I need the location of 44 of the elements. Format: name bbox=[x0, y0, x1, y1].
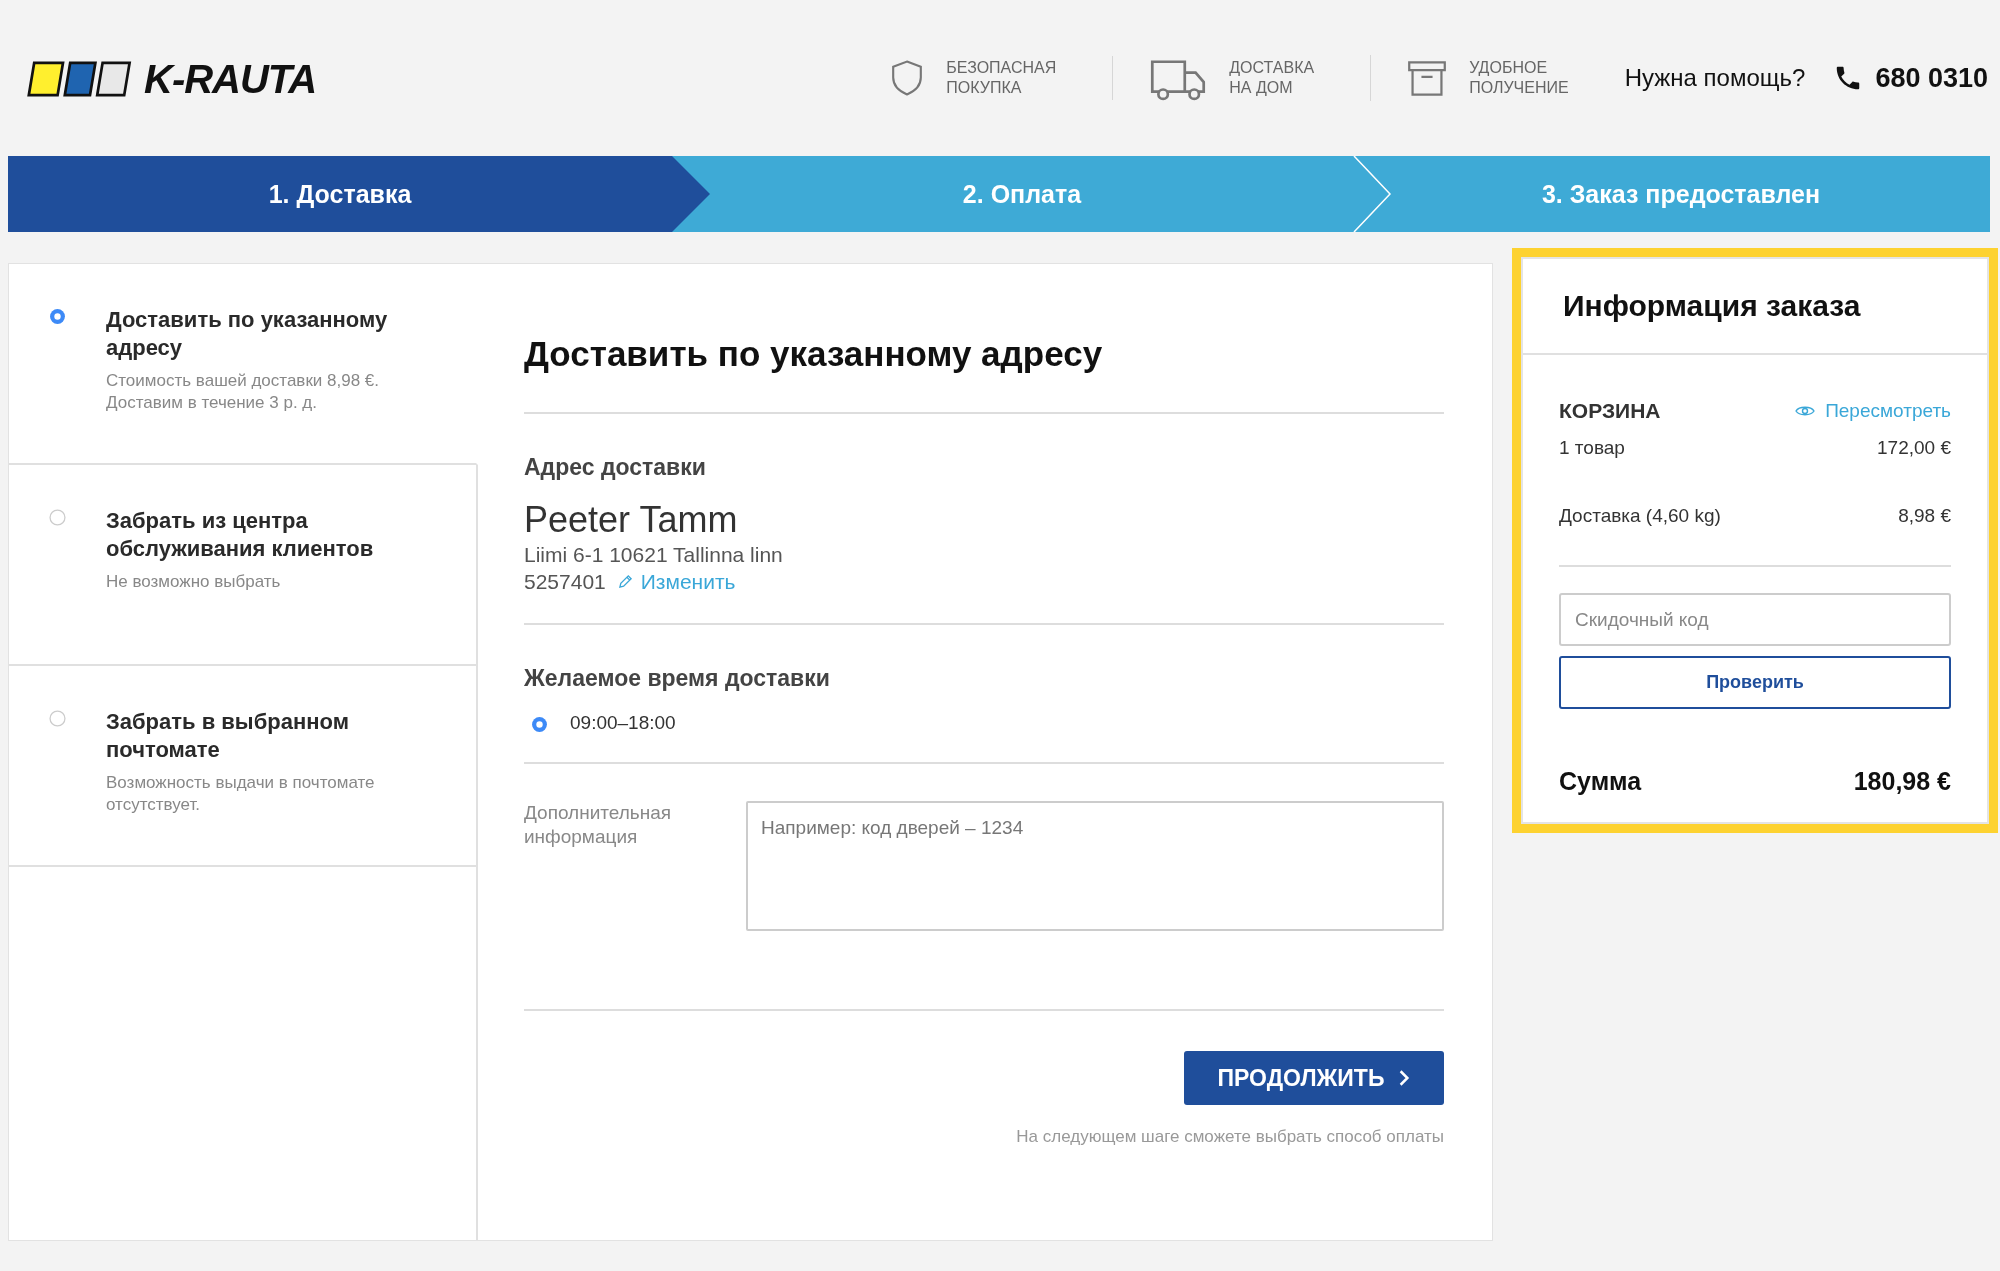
comment-field[interactable]: Например: код дверей – 1234 bbox=[746, 801, 1444, 931]
section-heading: Доставить по указанному адресу bbox=[524, 334, 1444, 414]
feature-label: УДОБНОЕ ПОЛУЧЕНИЕ bbox=[1469, 58, 1569, 98]
line-label: Доставка (4,60 kg) bbox=[1559, 505, 1721, 527]
checkout-step: 3. Заказ предоставлен bbox=[1372, 156, 1990, 232]
option-title[interactable]: Доставить по указанному адресу bbox=[106, 306, 416, 362]
hint-text: На следующем шаге сможете выбрать способ оплаты bbox=[1016, 1127, 1444, 1147]
section-title: Адрес доставки bbox=[524, 454, 707, 481]
chevron-icon bbox=[1352, 156, 1392, 232]
option-title[interactable]: Забрать из центра обслуживания клиентов bbox=[106, 507, 416, 563]
phone-text: 5257401 bbox=[524, 570, 606, 593]
logo-text: K-RAUTA bbox=[144, 56, 317, 102]
radio-button[interactable] bbox=[49, 710, 66, 727]
discount-code-field[interactable]: Скидочный код bbox=[1559, 593, 1951, 646]
customer-name: Peeter Tamm bbox=[524, 499, 739, 541]
radio-button[interactable] bbox=[49, 308, 66, 325]
box-icon bbox=[1407, 58, 1448, 98]
phone-number[interactable]: 680 0310 bbox=[1875, 62, 1988, 94]
line-label: 1 товар bbox=[1559, 437, 1625, 459]
cart-title: КОРЗИНА bbox=[1559, 399, 1661, 423]
panel-title: Информация заказа bbox=[1563, 289, 1861, 323]
feature-label: ДОСТАВКА НА ДОМ bbox=[1229, 58, 1315, 98]
line-amount: 172,00 € bbox=[1877, 437, 1951, 459]
option-title[interactable]: Забрать в выбранном почтомате bbox=[106, 708, 416, 764]
time-slot-label[interactable]: 09:00–18:00 bbox=[570, 712, 676, 734]
radio-button[interactable] bbox=[531, 715, 548, 733]
radio-button[interactable] bbox=[49, 509, 66, 526]
section-title: Желаемое время доставки bbox=[524, 665, 831, 692]
option-description: Не возможно выбрать bbox=[106, 571, 282, 593]
option-description: Возможность выдачи в почтомате отсутствует. bbox=[106, 772, 376, 816]
total-label: Сумма bbox=[1559, 767, 1642, 796]
check-button[interactable]: Проверить bbox=[1559, 656, 1951, 709]
pencil-icon bbox=[617, 574, 633, 589]
field-label: Дополнительная информация bbox=[524, 801, 673, 849]
help-text: Нужна помощь? bbox=[1624, 64, 1806, 92]
address-text: Liimi 6-1 10621 Tallinna linn bbox=[524, 542, 784, 568]
line-amount: 8,98 € bbox=[1898, 505, 1951, 527]
eye-icon bbox=[1795, 404, 1816, 418]
continue-button[interactable]: ПРОДОЛЖИТЬ bbox=[1184, 1051, 1444, 1105]
total-amount: 180,98 € bbox=[1853, 767, 1951, 796]
feature-label: БЕЗОПАСНАЯ ПОКУПКА bbox=[946, 58, 1057, 98]
checkout-step: 1. Доставка bbox=[8, 156, 710, 232]
chevron-right-icon bbox=[1398, 1069, 1411, 1087]
option-description: Стоимость вашей доставки 8,98 €. Доставим в течение 3 р. д. bbox=[106, 370, 381, 414]
